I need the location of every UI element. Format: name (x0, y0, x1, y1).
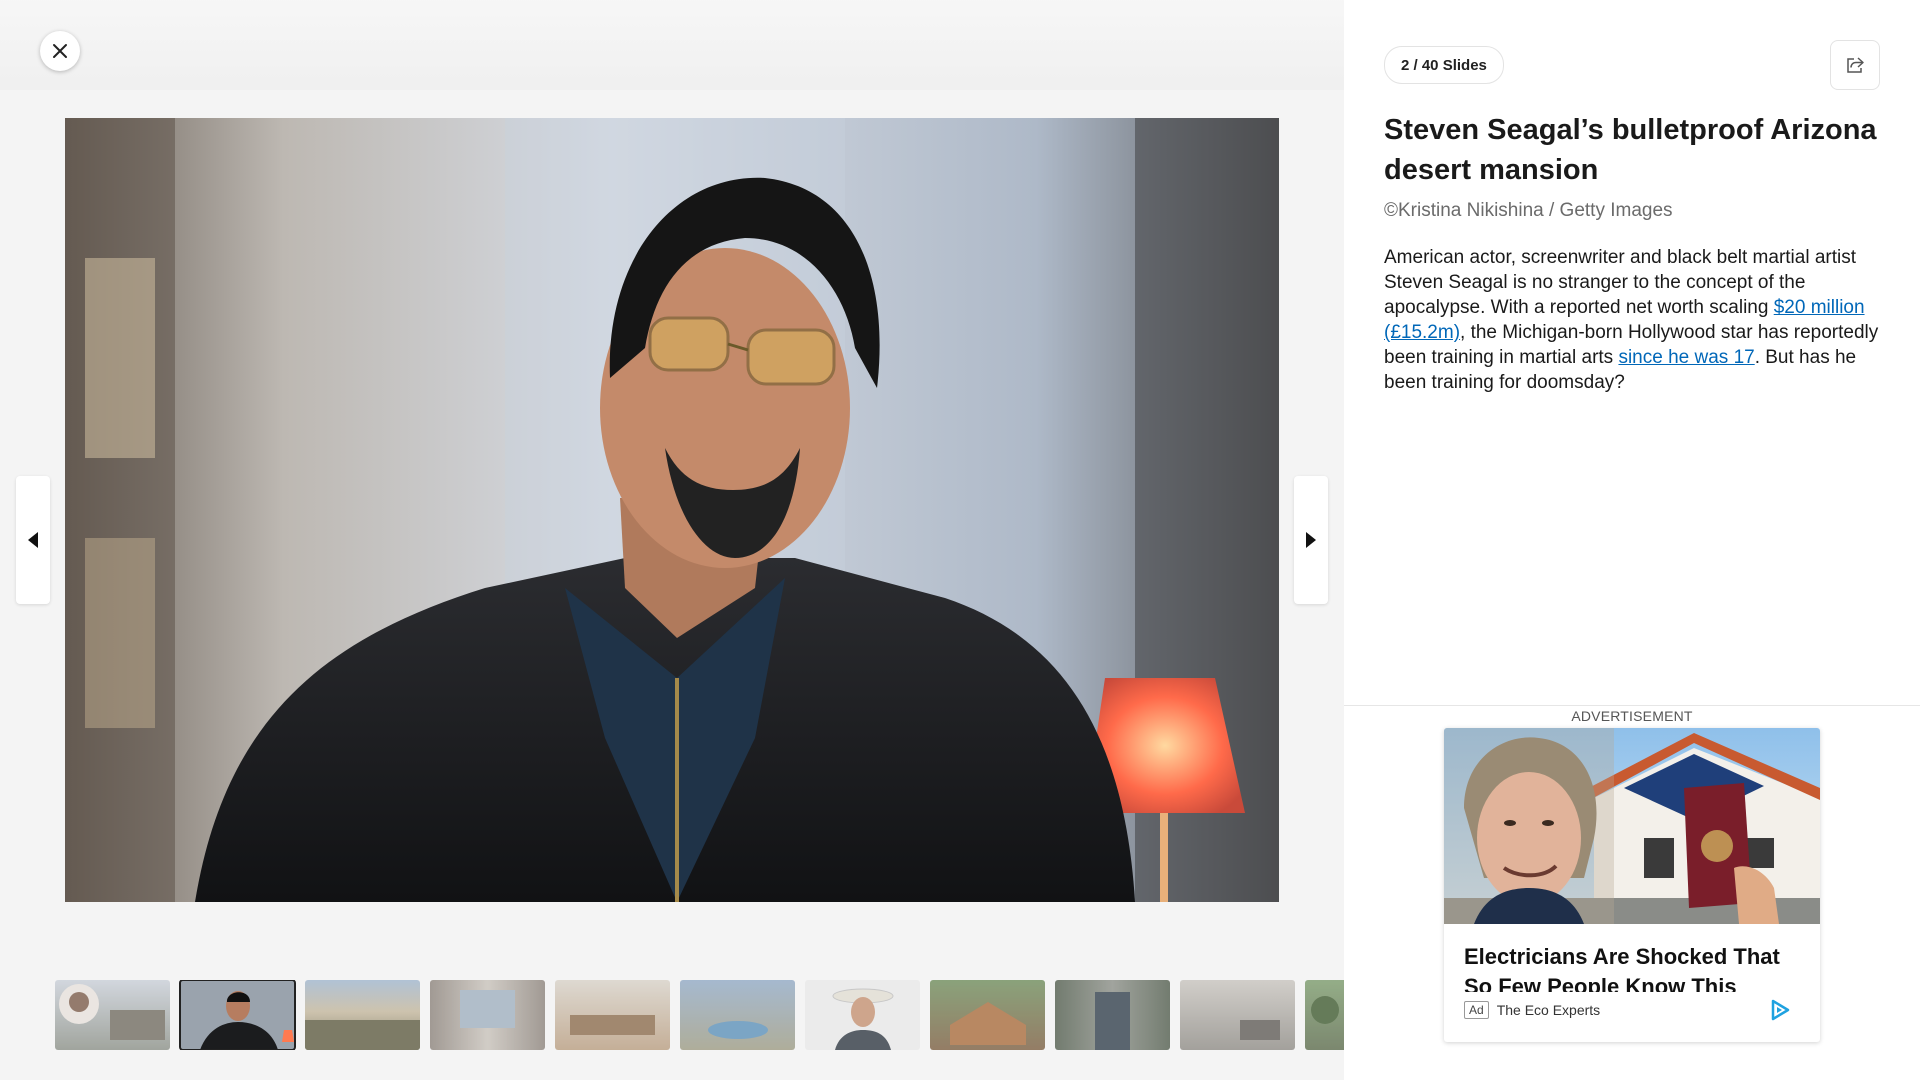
interior-window-thumb-icon (460, 990, 515, 1028)
desert-landscape-thumb-icon (305, 1020, 420, 1050)
ad-tag: Ad (1464, 1001, 1489, 1019)
thumbnail-strip (55, 980, 1344, 1050)
thumbnail-5[interactable] (555, 980, 670, 1050)
thumbnail-7[interactable] (805, 980, 920, 1050)
thumbnail-10[interactable] (1180, 980, 1295, 1050)
thumbnail-6[interactable] (680, 980, 795, 1050)
caret-left-icon (28, 532, 38, 548)
close-icon (53, 44, 67, 58)
photo-credit: ©Kristina Nikishina / Getty Images (1384, 200, 1673, 221)
slide-info-panel: 2 / 40 Slides Steven Seagal’s bulletproo… (1344, 0, 1920, 1080)
slide-photo (65, 118, 1279, 902)
next-slide-button[interactable] (1294, 476, 1328, 604)
thumbnail-11[interactable] (1305, 980, 1344, 1050)
share-button[interactable] (1830, 40, 1880, 90)
steven-seagal-portrait-image (65, 118, 1279, 902)
advertisement-label: ADVERTISEMENT (1571, 708, 1693, 724)
pool-thumb-icon (708, 1021, 768, 1039)
room-interior-thumb-icon (1240, 1020, 1280, 1040)
thumbnail-3[interactable] (305, 980, 420, 1050)
thumbnail-1[interactable] (55, 980, 170, 1050)
thumbnail-8[interactable] (930, 980, 1045, 1050)
share-icon (1847, 57, 1864, 73)
doorway-thumb-icon (1095, 992, 1130, 1050)
portrait-thumb-icon (200, 991, 294, 1050)
ad-headline[interactable]: Electricians Are Shocked That So Few Peo… (1464, 942, 1804, 992)
kitchen-thumb-icon (570, 1015, 655, 1035)
ad-choices-icon[interactable] (1768, 998, 1792, 1022)
ad-image (1444, 728, 1820, 924)
caret-right-icon (1306, 532, 1316, 548)
ad-footer: Ad The Eco Experts (1464, 1000, 1804, 1020)
slide-description: American actor, screenwriter and black b… (1384, 245, 1884, 395)
thumbnail-9[interactable] (1055, 980, 1170, 1050)
garden-thumb-icon (1311, 996, 1339, 1024)
thumbnail-4[interactable] (430, 980, 545, 1050)
portrait-house-thumb-icon (59, 984, 165, 1040)
previous-slide-button[interactable] (16, 476, 50, 604)
ad-source: The Eco Experts (1496, 1002, 1601, 1018)
martial-arts-link[interactable]: since he was 17 (1618, 347, 1754, 368)
ad-card[interactable]: Electricians Are Shocked That So Few Peo… (1444, 728, 1820, 1042)
gallery-stage (0, 0, 1344, 1080)
cowboy-hat-thumb-icon (832, 988, 894, 1050)
slide-title: Steven Seagal’s bulletproof Arizona dese… (1384, 114, 1877, 186)
thumbnail-2[interactable] (179, 980, 296, 1050)
house-exterior-thumb-icon (950, 1002, 1026, 1045)
faded-header-bar (0, 0, 1344, 90)
close-button[interactable] (40, 31, 80, 71)
slide-counter: 2 / 40 Slides (1384, 46, 1504, 84)
